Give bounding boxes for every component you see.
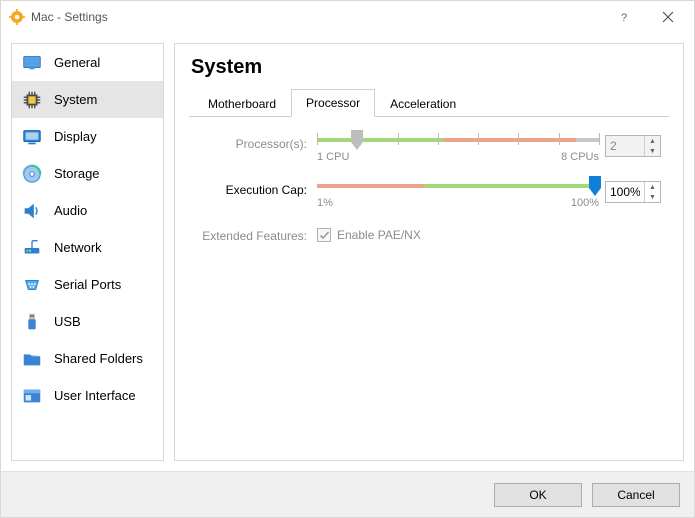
execution-cap-value[interactable] (606, 182, 644, 202)
sidebar-item-shared-folders[interactable]: Shared Folders (12, 340, 163, 377)
footer: OK Cancel (1, 471, 694, 517)
sidebar-item-storage[interactable]: Storage (12, 155, 163, 192)
content-area: General System Display Storage (1, 33, 694, 471)
processors-thumb[interactable] (351, 130, 363, 150)
serial-ports-icon (20, 273, 44, 297)
sidebar-item-system[interactable]: System (12, 81, 163, 118)
sidebar-item-label: USB (54, 314, 81, 329)
processors-row: Processor(s): (193, 135, 665, 163)
execution-cap-spinbox[interactable]: ▲ ▼ (605, 181, 661, 203)
window-title: Mac - Settings (31, 10, 108, 24)
sidebar-item-serial-ports[interactable]: Serial Ports (12, 266, 163, 303)
folder-icon (20, 347, 44, 371)
sidebar-item-label: Shared Folders (54, 351, 143, 366)
pae-nx-checkbox[interactable]: Enable PAE/NX (317, 228, 665, 242)
tab-processor[interactable]: Processor (291, 89, 375, 117)
sidebar: General System Display Storage (11, 43, 164, 461)
close-button[interactable] (646, 2, 690, 32)
checkbox-icon (317, 228, 331, 242)
processors-spinbox[interactable]: ▲ ▼ (605, 135, 661, 157)
execution-cap-max-label: 100% (571, 197, 599, 209)
extended-features-row: Extended Features: Enable PAE/NX (193, 227, 665, 243)
general-icon (20, 51, 44, 75)
system-chip-icon (20, 88, 44, 112)
cancel-button[interactable]: Cancel (592, 483, 680, 507)
sidebar-item-general[interactable]: General (12, 44, 163, 81)
sidebar-item-usb[interactable]: USB (12, 303, 163, 340)
execution-cap-label: Execution Cap: (193, 181, 311, 197)
execution-cap-thumb[interactable] (589, 176, 601, 196)
sidebar-item-audio[interactable]: Audio (12, 192, 163, 229)
sidebar-item-label: Serial Ports (54, 277, 121, 292)
processors-value[interactable] (606, 136, 644, 156)
help-button[interactable]: ? (602, 2, 646, 32)
spin-down-icon[interactable]: ▼ (645, 146, 660, 156)
titlebar: Mac - Settings ? (1, 1, 694, 33)
sidebar-item-label: Network (54, 240, 102, 255)
usb-icon (20, 310, 44, 334)
display-icon (20, 125, 44, 149)
sidebar-item-label: Storage (54, 166, 100, 181)
storage-icon (20, 162, 44, 186)
processors-min-label: 1 CPU (317, 151, 349, 163)
sidebar-item-user-interface[interactable]: User Interface (12, 377, 163, 414)
spin-down-icon[interactable]: ▼ (645, 192, 660, 202)
sidebar-item-label: Display (54, 129, 97, 144)
svg-text:?: ? (621, 12, 627, 23)
sidebar-item-display[interactable]: Display (12, 118, 163, 155)
processors-label: Processor(s): (193, 135, 311, 151)
extended-features-label: Extended Features: (193, 227, 311, 243)
tab-motherboard[interactable]: Motherboard (193, 90, 291, 117)
settings-window: Mac - Settings ? General System (0, 0, 695, 518)
execution-cap-min-label: 1% (317, 197, 333, 209)
sidebar-item-label: General (54, 55, 100, 70)
app-gear-icon (9, 9, 25, 25)
sidebar-item-label: User Interface (54, 388, 136, 403)
sidebar-item-network[interactable]: Network (12, 229, 163, 266)
execution-cap-slider[interactable] (317, 181, 599, 191)
sidebar-item-label: System (54, 92, 97, 107)
audio-icon (20, 199, 44, 223)
processors-max-label: 8 CPUs (561, 151, 599, 163)
network-icon (20, 236, 44, 260)
spin-up-icon[interactable]: ▲ (645, 136, 660, 146)
ok-button[interactable]: OK (494, 483, 582, 507)
spin-up-icon[interactable]: ▲ (645, 182, 660, 192)
page-title: System (191, 56, 669, 79)
ui-icon (20, 384, 44, 408)
tab-acceleration[interactable]: Acceleration (375, 90, 471, 117)
sidebar-item-label: Audio (54, 203, 87, 218)
tabs: Motherboard Processor Acceleration (189, 89, 669, 117)
processors-slider[interactable] (317, 135, 599, 145)
execution-cap-row: Execution Cap: 1% (193, 181, 665, 209)
main-panel: System Motherboard Processor Acceleratio… (174, 43, 684, 461)
tab-body-processor: Processor(s): (189, 117, 669, 247)
pae-nx-label: Enable PAE/NX (337, 228, 421, 242)
